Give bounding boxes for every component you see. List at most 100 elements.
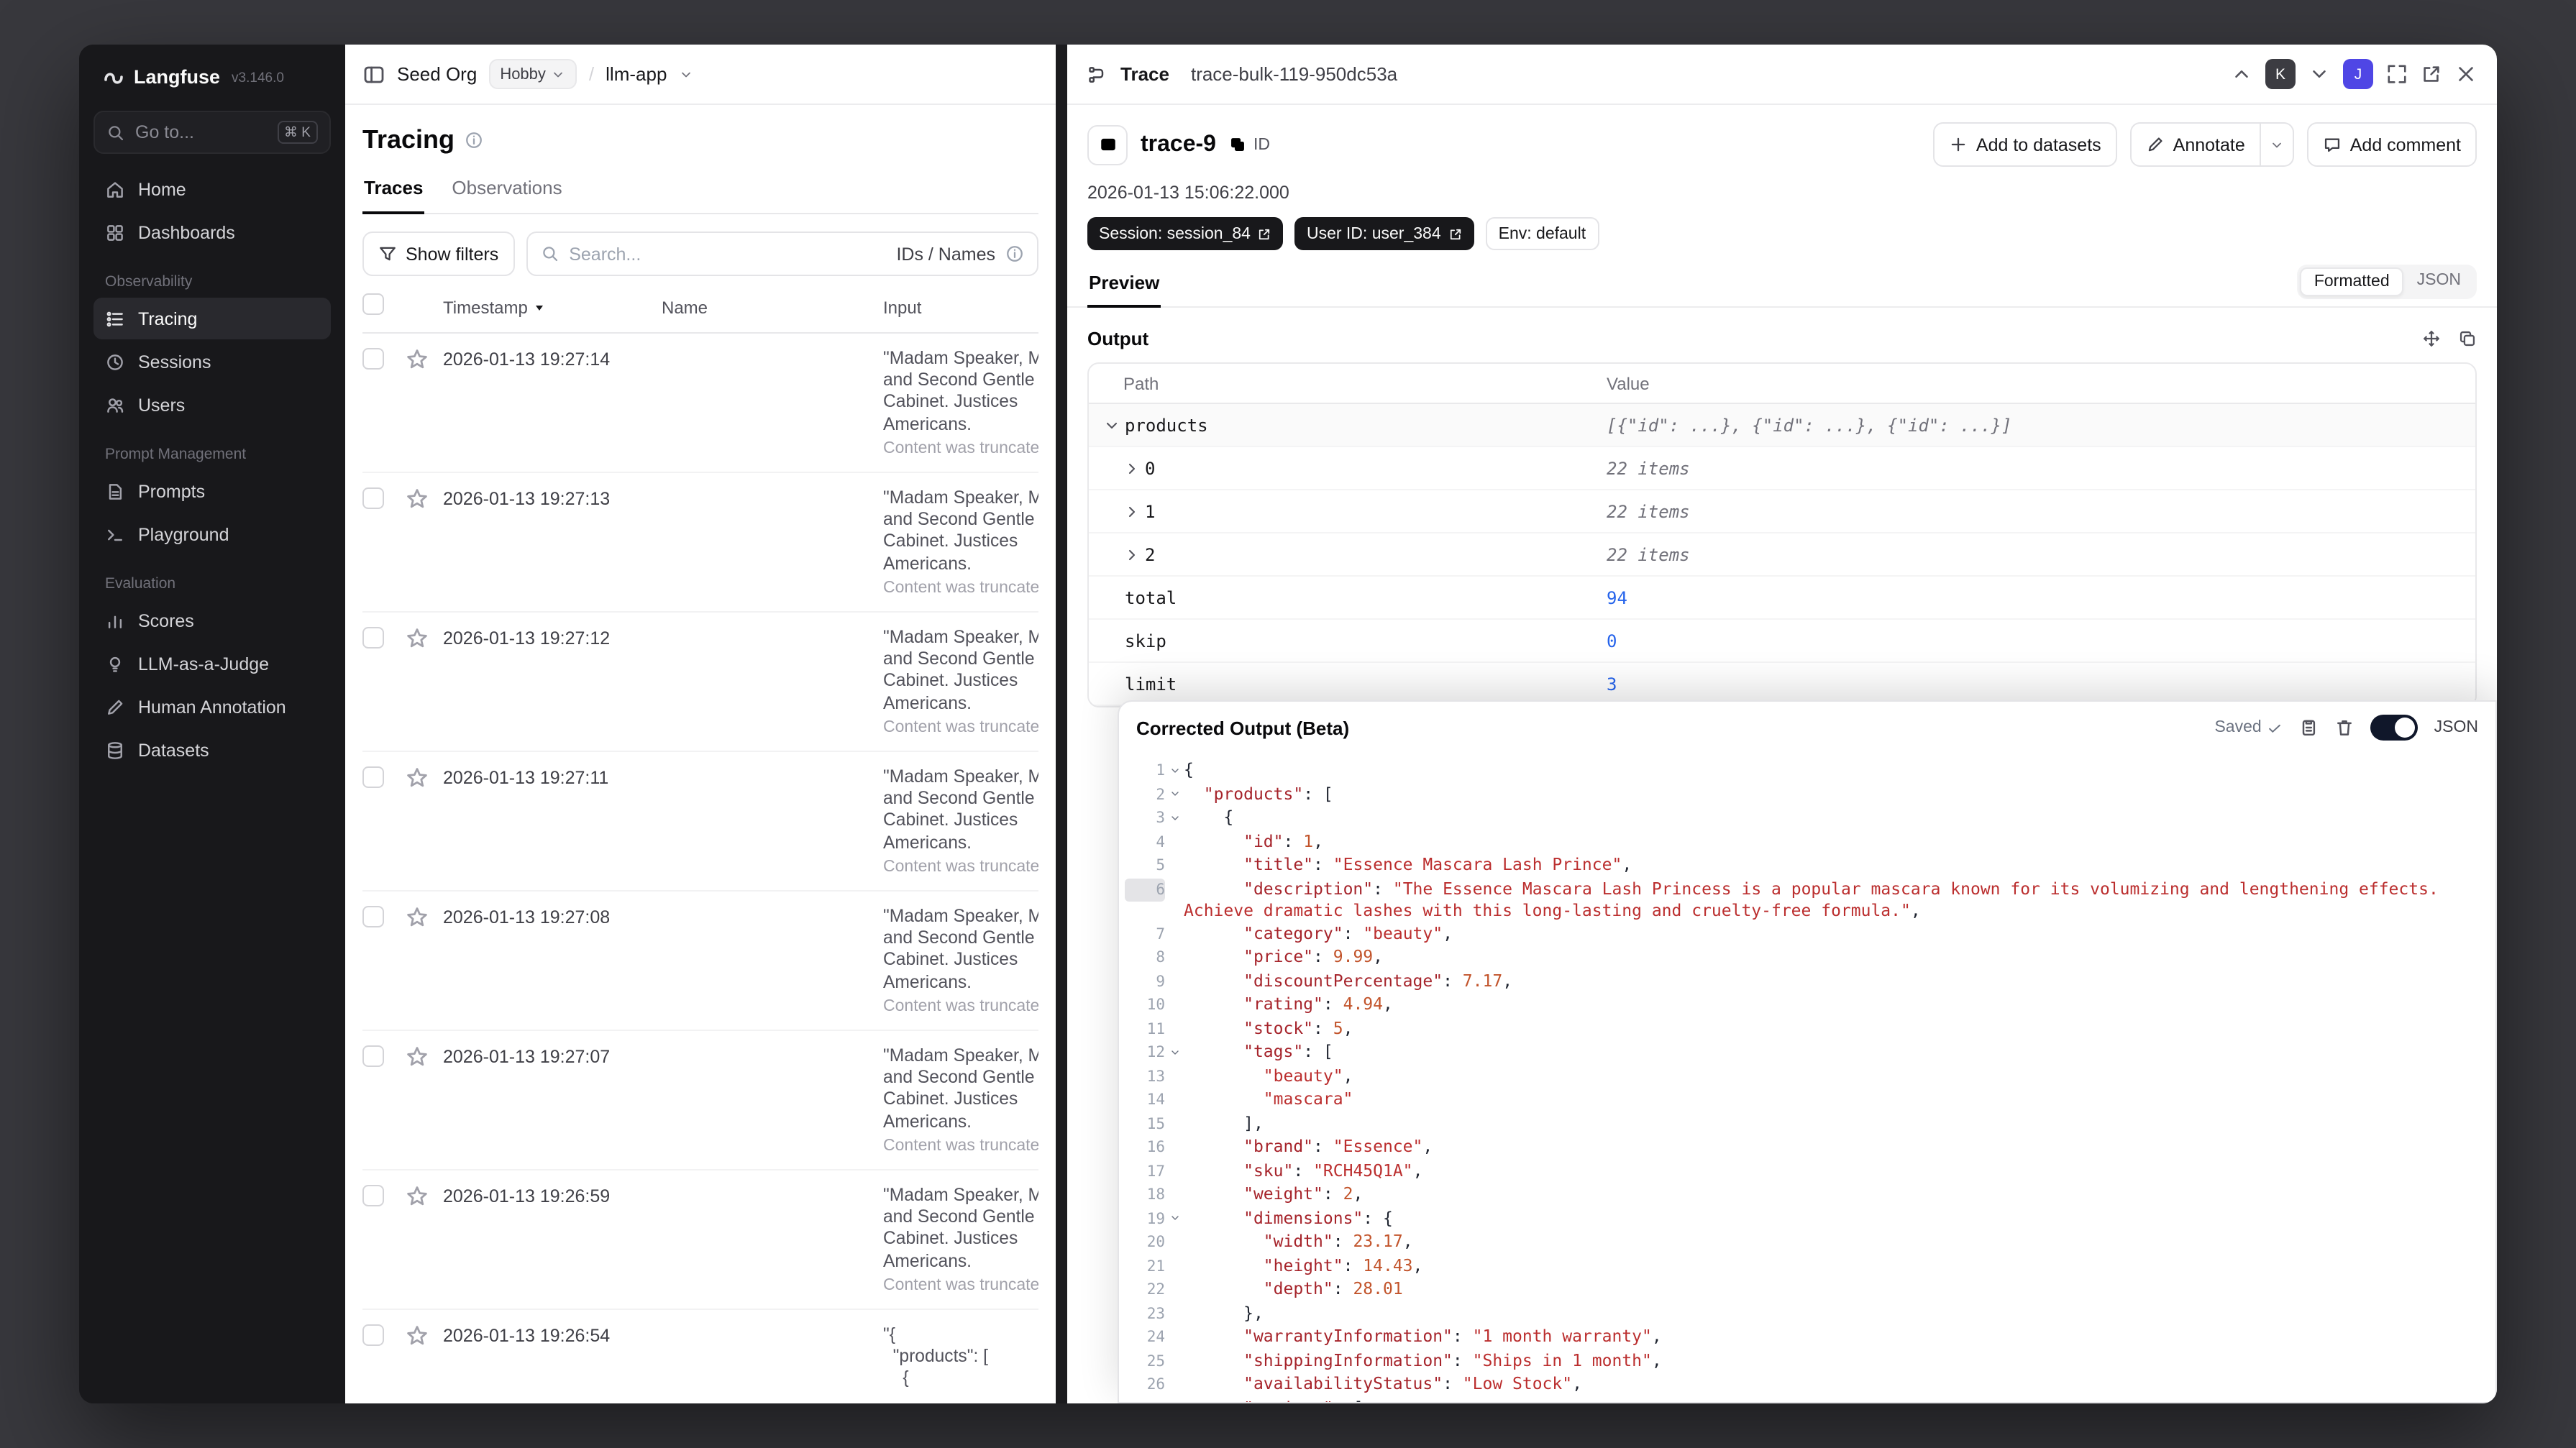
- sidebar-item-prompts[interactable]: Prompts: [93, 470, 331, 512]
- fold-icon[interactable]: [1165, 1041, 1184, 1063]
- star-icon[interactable]: [406, 766, 429, 789]
- star-icon[interactable]: [406, 348, 429, 371]
- search-input[interactable]: [569, 244, 887, 264]
- select-all-checkbox[interactable]: [362, 293, 384, 315]
- output-row[interactable]: 2 22 items: [1089, 533, 2475, 577]
- output-row[interactable]: 1 22 items: [1089, 490, 2475, 533]
- sidebar-item-playground[interactable]: Playground: [93, 513, 331, 555]
- row-checkbox[interactable]: [362, 1324, 384, 1346]
- sidebar-item-scores[interactable]: Scores: [93, 600, 331, 641]
- fold-icon[interactable]: [1165, 807, 1184, 828]
- row-checkbox[interactable]: [362, 1185, 384, 1206]
- row-checkbox[interactable]: [362, 906, 384, 927]
- corrected-output-title: Corrected Output (Beta): [1136, 717, 1350, 738]
- sidebar-item-dashboards[interactable]: Dashboards: [93, 211, 331, 253]
- chevron-up-icon[interactable]: [2231, 63, 2252, 85]
- move-icon[interactable]: [2422, 329, 2441, 347]
- chevron-down-icon[interactable]: [2308, 63, 2330, 85]
- row-checkbox[interactable]: [362, 766, 384, 788]
- fold-icon[interactable]: [1165, 783, 1184, 805]
- check-icon: [2267, 720, 2283, 736]
- sidebar-item-human-annotation[interactable]: Human Annotation: [93, 686, 331, 728]
- panel-divider[interactable]: [1056, 45, 1067, 1403]
- star-icon[interactable]: [406, 906, 429, 929]
- project-name[interactable]: llm-app: [606, 63, 667, 85]
- output-row[interactable]: skip 0: [1089, 620, 2475, 663]
- copy-id-button[interactable]: ID: [1229, 135, 1270, 154]
- info-icon[interactable]: [1005, 244, 1024, 263]
- code-lines[interactable]: 1{2 "products": [3 {4 "id": 1, 5 "title":…: [1119, 753, 2495, 1402]
- saved-status: Saved: [2214, 719, 2283, 736]
- chevron-right-icon[interactable]: [1123, 546, 1141, 563]
- desktop: Langfuse v3.146.0 Go to... ⌘ K Home Dashb…: [0, 0, 2576, 1448]
- org-name[interactable]: Seed Org: [397, 63, 477, 85]
- session-badge[interactable]: Session: session_84: [1087, 217, 1284, 250]
- sidebar-item-sessions[interactable]: Sessions: [93, 341, 331, 382]
- env-badge[interactable]: Env: default: [1485, 217, 1599, 250]
- close-icon[interactable]: [2455, 63, 2477, 85]
- tab-preview[interactable]: Preview: [1087, 263, 1161, 308]
- format-formatted-option[interactable]: Formatted: [2299, 267, 2404, 295]
- output-row[interactable]: total 94: [1089, 577, 2475, 620]
- maximize-icon[interactable]: [2386, 63, 2408, 85]
- output-row[interactable]: 0 22 items: [1089, 447, 2475, 490]
- search-scope[interactable]: IDs / Names: [896, 244, 995, 264]
- table-row[interactable]: 2026-01-13 19:26:59 "Madam Speaker, Mand …: [362, 1170, 1038, 1310]
- row-checkbox[interactable]: [362, 627, 384, 649]
- sidebar-item-datasets[interactable]: Datasets: [93, 729, 331, 771]
- info-icon[interactable]: [465, 131, 483, 150]
- code-line: 25 "shippingInformation": "Ships in 1 mo…: [1125, 1350, 2481, 1373]
- chevron-down-icon[interactable]: [678, 67, 693, 81]
- star-icon[interactable]: [406, 1045, 429, 1068]
- row-checkbox[interactable]: [362, 1045, 384, 1067]
- annotate-dropdown-button[interactable]: [2260, 122, 2294, 167]
- sidebar-item-llm-as-a-judge[interactable]: LLM-as-a-Judge: [93, 643, 331, 684]
- star-icon[interactable]: [406, 1324, 429, 1347]
- line-number: 11: [1146, 1020, 1165, 1037]
- star-icon[interactable]: [406, 627, 429, 650]
- user-badge[interactable]: User ID: user_384: [1294, 217, 1474, 250]
- chevron-right-icon[interactable]: [1123, 503, 1141, 520]
- sidebar-item-users[interactable]: Users: [93, 384, 331, 426]
- copy-icon[interactable]: [2458, 329, 2477, 347]
- add-to-datasets-button[interactable]: Add to datasets: [1932, 122, 2117, 167]
- column-header-input[interactable]: Input: [883, 298, 1038, 318]
- sidebar-item-home[interactable]: Home: [93, 168, 331, 210]
- table-row[interactable]: 2026-01-13 19:27:11 "Madam Speaker, Mand …: [362, 752, 1038, 892]
- goto-search-button[interactable]: Go to... ⌘ K: [93, 111, 331, 154]
- open-external-icon[interactable]: [2421, 63, 2442, 85]
- row-checkbox[interactable]: [362, 487, 384, 509]
- fold-icon[interactable]: [1165, 1207, 1184, 1229]
- annotate-button[interactable]: Annotate: [2129, 122, 2261, 167]
- fold-icon[interactable]: [1165, 759, 1184, 781]
- collapse-panel-button[interactable]: [1087, 124, 1128, 165]
- add-comment-button[interactable]: Add comment: [2306, 122, 2477, 167]
- chevron-down-icon[interactable]: [1103, 416, 1120, 434]
- table-row[interactable]: 2026-01-13 19:27:07 "Madam Speaker, Mand …: [362, 1031, 1038, 1170]
- column-header-name[interactable]: Name: [662, 298, 883, 318]
- sidebar-toggle-icon[interactable]: [362, 63, 385, 86]
- plan-badge[interactable]: Hobby: [488, 59, 577, 89]
- fold-icon[interactable]: [1165, 1397, 1184, 1402]
- delete-icon[interactable]: [2335, 718, 2355, 738]
- show-filters-button[interactable]: Show filters: [362, 232, 515, 276]
- table-row[interactable]: 2026-01-13 19:27:14 "Madam Speaker, Mand …: [362, 334, 1038, 473]
- star-icon[interactable]: [406, 1185, 429, 1208]
- output-row[interactable]: products [{"id": ...}, {"id": ...}, {"id"…: [1089, 404, 2475, 447]
- table-row[interactable]: 2026-01-13 19:27:13 "Madam Speaker, Mand …: [362, 473, 1038, 613]
- sidebar-item-tracing[interactable]: Tracing: [93, 298, 331, 339]
- format-json-option[interactable]: JSON: [2404, 267, 2474, 295]
- table-row[interactable]: 2026-01-13 19:27:12 "Madam Speaker, Mand …: [362, 613, 1038, 752]
- star-icon[interactable]: [406, 487, 429, 510]
- copy-edit-icon[interactable]: [2299, 718, 2319, 738]
- column-header-timestamp[interactable]: Timestamp: [443, 298, 662, 318]
- table-row[interactable]: 2026-01-13 19:27:08 "Madam Speaker, Mand …: [362, 892, 1038, 1031]
- chevron-right-icon[interactable]: [1123, 459, 1141, 477]
- output-value: 22 items: [1607, 458, 1690, 478]
- tab-traces[interactable]: Traces: [362, 167, 425, 214]
- table-row[interactable]: 2026-01-13 19:26:54 "{ "products": [ {: [362, 1310, 1038, 1403]
- tab-observations[interactable]: Observations: [450, 167, 563, 213]
- output-row[interactable]: limit 3: [1089, 663, 2475, 706]
- json-toggle[interactable]: [2370, 715, 2419, 741]
- row-checkbox[interactable]: [362, 348, 384, 370]
